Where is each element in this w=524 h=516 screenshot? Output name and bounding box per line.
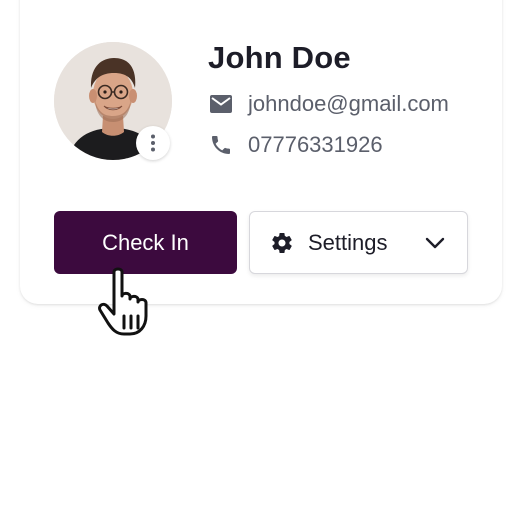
profile-name: John Doe [208,40,351,75]
settings-dropdown-button[interactable]: Settings [249,211,468,274]
profile-phone[interactable]: 07776331926 [248,132,383,158]
mail-icon [208,91,234,117]
avatar-options-button[interactable] [136,126,170,160]
phone-icon [208,132,234,158]
profile-email[interactable]: johndoe@gmail.com [248,91,449,117]
gear-icon [270,231,294,255]
chevron-down-icon [425,237,445,249]
canvas: John Doe johndoe@gmail.com 07776331926 C… [0,0,524,516]
more-vertical-icon [151,134,155,152]
check-in-button[interactable]: Check In [54,211,237,274]
phone-row: 07776331926 [208,132,383,158]
hand-pointer-icon [96,266,164,338]
email-row: johndoe@gmail.com [208,91,449,117]
settings-label: Settings [308,229,388,255]
